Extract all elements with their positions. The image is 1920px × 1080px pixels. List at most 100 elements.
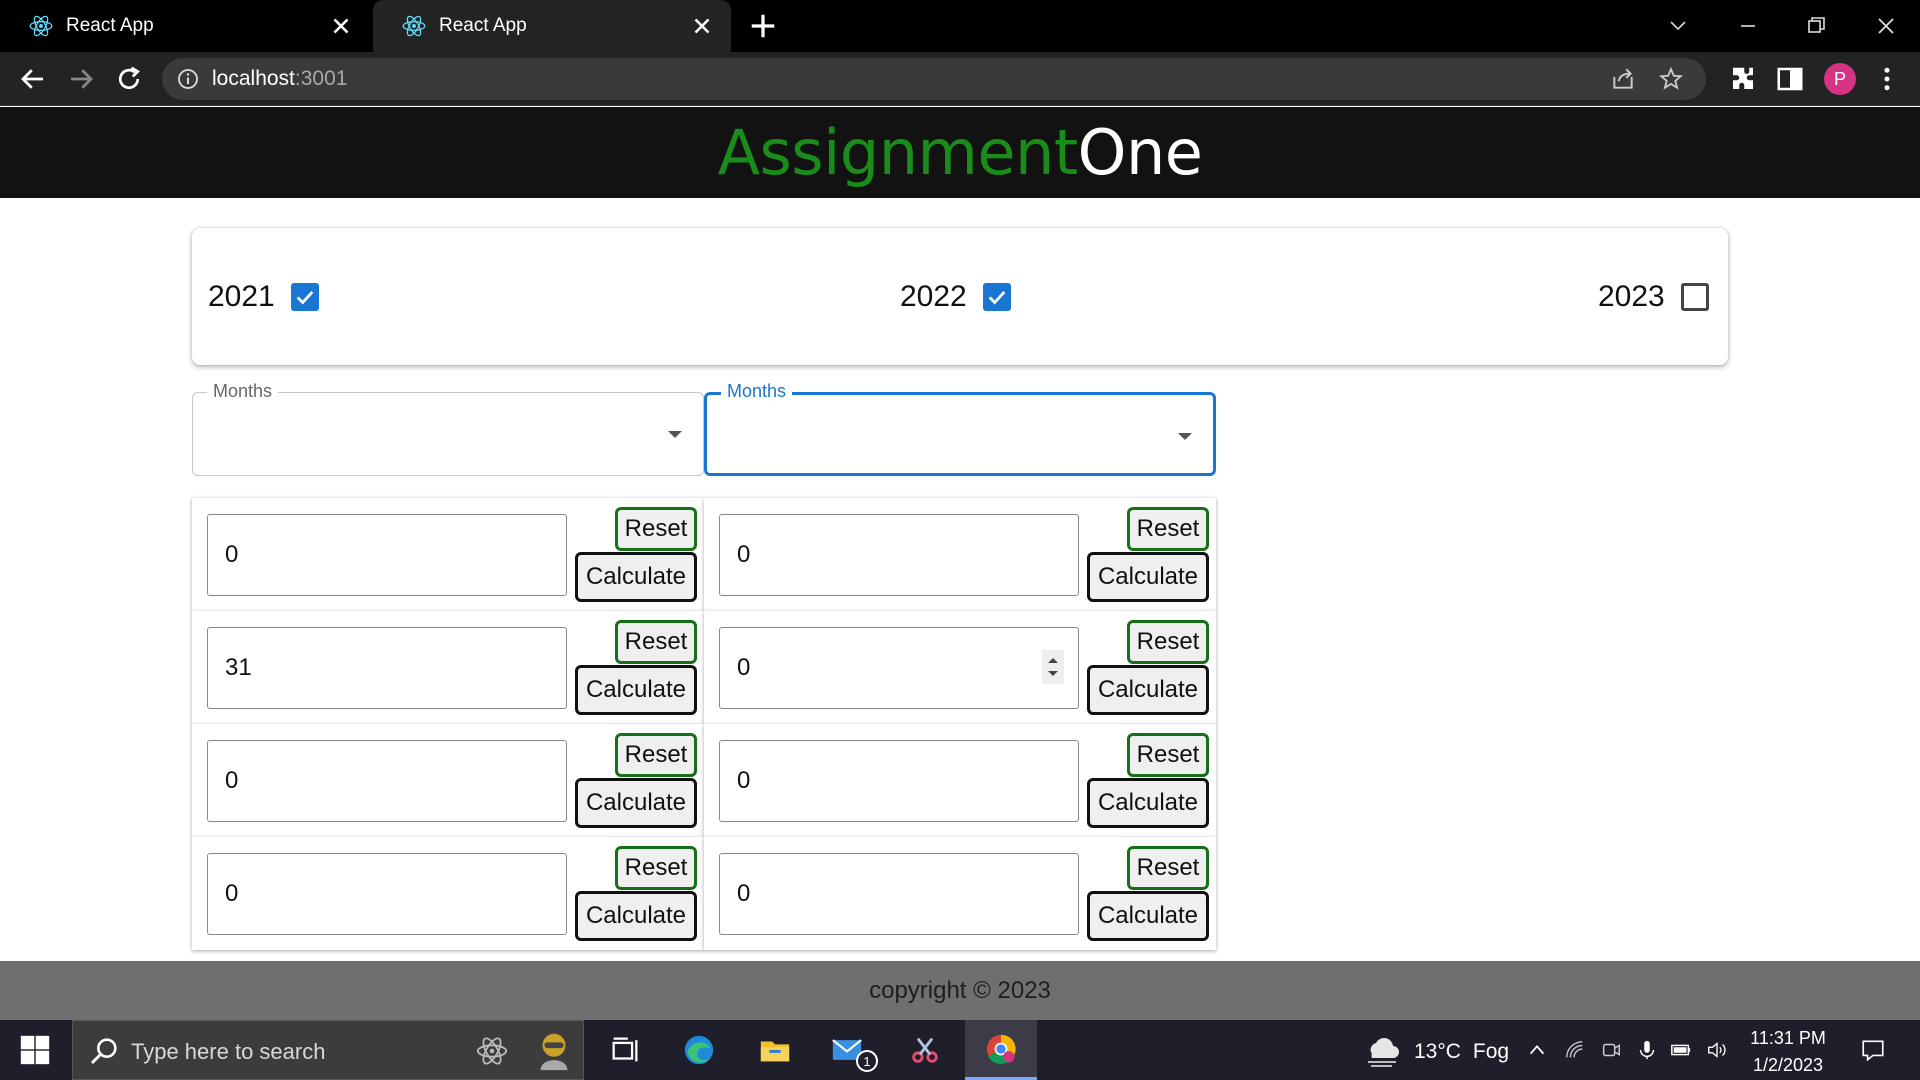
browser-tab-active[interactable]: React App [373,0,731,52]
year-checkbox[interactable] [1680,283,1709,311]
months-select-2022[interactable]: Months [704,381,1216,476]
atom-icon[interactable] [475,1034,509,1068]
reset-button[interactable]: Reset [1127,507,1209,551]
forward-icon[interactable] [66,64,96,94]
reload-icon[interactable] [114,64,144,94]
profile-avatar[interactable]: P [1824,63,1856,95]
system-clock[interactable]: 11:31 PM 1/2/2023 [1740,1025,1836,1079]
minimize-icon[interactable] [1730,8,1766,44]
reset-button[interactable]: Reset [615,507,697,551]
close-tab-icon[interactable] [328,13,354,39]
calculate-button[interactable]: Calculate [575,552,697,602]
network-icon[interactable] [1564,1039,1586,1061]
number-input[interactable]: 0 [207,740,567,822]
url-text: localhost:3001 [212,67,347,91]
number-input[interactable]: 0 [207,853,567,935]
clock-date: 1/2/2023 [1752,1055,1824,1075]
back-icon[interactable] [18,64,48,94]
taskbar-search[interactable]: Type here to search [72,1020,584,1080]
reset-button[interactable]: Reset [615,733,697,777]
close-window-icon[interactable] [1868,8,1904,44]
year-label: 2021 [208,280,275,313]
address-bar[interactable]: localhost:3001 [162,58,1706,100]
reset-button[interactable]: Reset [1127,733,1209,777]
site-info-icon[interactable] [176,67,200,91]
year-option-2022[interactable]: 2022 [900,280,1011,314]
close-tab-icon[interactable] [689,13,715,39]
scientist-character-icon[interactable] [531,1027,577,1075]
tab-title: React App [66,15,154,36]
calculator-cell: 0 Reset Calculate [192,837,704,950]
calculate-button[interactable]: Calculate [1087,665,1209,715]
weather-widget[interactable]: 13°C Fog [1362,1036,1509,1068]
share-icon[interactable] [1610,66,1636,92]
windows-start-icon[interactable] [18,1033,52,1067]
checkmark-icon [988,291,1006,305]
bookmark-star-icon[interactable] [1658,66,1684,92]
year-option-2021[interactable]: 2021 [208,280,319,314]
year-checkbox[interactable] [290,283,319,311]
dropdown-arrow-icon [1178,433,1192,440]
calculate-button[interactable]: Calculate [575,778,697,828]
restore-icon[interactable] [1798,8,1834,44]
year-label: 2023 [1598,280,1665,313]
side-panel-icon[interactable] [1775,64,1805,94]
reset-button[interactable]: Reset [1127,846,1209,890]
browser-tab[interactable]: React App [0,0,370,52]
number-input[interactable]: 0 [719,514,1079,596]
months-select-2021[interactable]: Months [192,381,704,476]
number-input[interactable]: 0 [719,853,1079,935]
calculate-button[interactable]: Calculate [575,891,697,941]
calculator-cell: 0 Reset Calculate [704,837,1216,950]
extensions-puzzle-icon[interactable] [1728,64,1758,94]
select-label: Months [207,381,279,402]
calculator-cell: 0 Reset Calculate [704,498,1216,611]
year-label: 2022 [900,280,967,313]
new-tab-icon[interactable] [748,11,778,41]
weather-temp: 13°C [1414,1040,1461,1063]
year-checkbox[interactable] [982,283,1011,311]
weather-condition: Fog [1472,1040,1510,1063]
calculate-button[interactable]: Calculate [1087,552,1209,602]
app-header: AssignmentOne [0,107,1920,198]
calculate-button[interactable]: Calculate [575,665,697,715]
year-selector-card: 2021 2022 2023 [192,228,1728,365]
tab-search-chevron-icon[interactable] [1660,8,1696,44]
year-option-2023[interactable]: 2023 [1598,280,1709,314]
number-input[interactable]: 0 [207,514,567,596]
battery-icon[interactable] [1670,1039,1692,1061]
url-host: localhost [212,67,295,90]
reset-button[interactable]: Reset [1127,620,1209,664]
meet-now-icon[interactable] [1600,1039,1622,1061]
number-input[interactable]: 0 [719,627,1079,709]
calculator-cell: 0 Reset Calculate [192,498,704,611]
task-view-icon[interactable] [608,1033,642,1067]
chrome-taskbar-button[interactable] [965,1020,1037,1080]
browser-menu-icon[interactable] [1872,64,1902,94]
app-title-assignment: Assignment [717,116,1079,189]
edge-browser-icon[interactable] [682,1033,716,1067]
number-input-value: 0 [737,654,751,681]
reset-button[interactable]: Reset [615,620,697,664]
file-explorer-icon[interactable] [758,1033,792,1067]
number-input[interactable]: 0 [719,740,1079,822]
react-icon [29,15,53,37]
number-spinner-icon[interactable] [1042,650,1064,684]
calculator-grid: 0 Reset Calculate 0 Reset Calculate 31 R… [192,498,1216,950]
snipping-tool-icon[interactable] [908,1033,942,1067]
show-hidden-icons-chevron-icon[interactable] [1526,1039,1548,1061]
calculate-button[interactable]: Calculate [1087,891,1209,941]
microphone-icon[interactable] [1636,1039,1658,1061]
number-input[interactable]: 31 [207,627,567,709]
reset-button[interactable]: Reset [615,846,697,890]
volume-icon[interactable] [1706,1039,1728,1061]
page-footer: copyright © 2023 [0,961,1920,1020]
select-label: Months [721,381,793,402]
calculator-cell: 31 Reset Calculate [192,611,704,724]
calculate-button[interactable]: Calculate [1087,778,1209,828]
notifications-icon[interactable] [1860,1037,1886,1063]
calculator-cell: 0 Reset Calculate [704,611,1216,724]
copyright-text: copyright © 2023 [869,976,1051,1004]
browser-toolbar: localhost:3001 P [0,52,1920,106]
calculator-cell: 0 Reset Calculate [704,724,1216,837]
